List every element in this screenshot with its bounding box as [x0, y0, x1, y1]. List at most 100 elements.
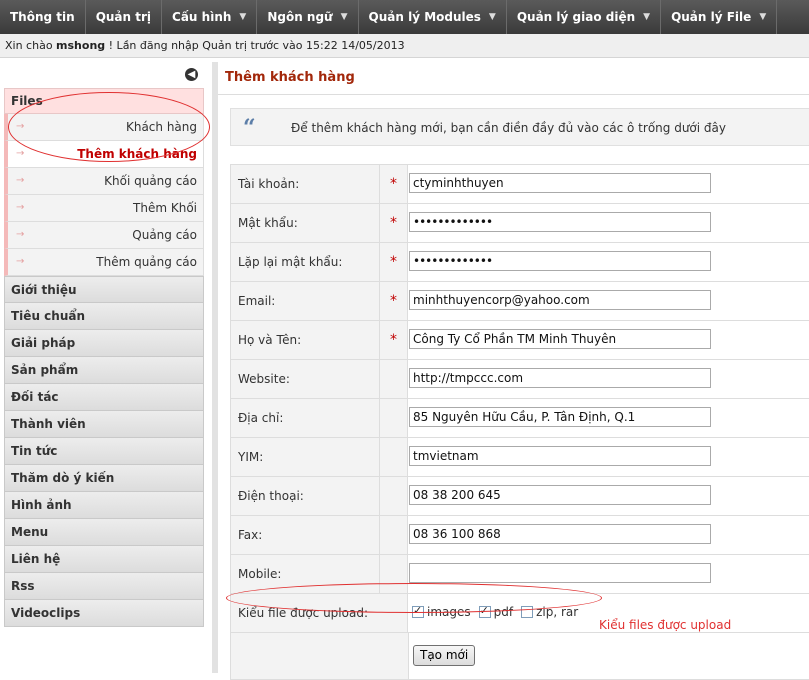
sidebar-section[interactable]: Sản phẩm: [4, 357, 204, 384]
field-value-cell: [408, 516, 809, 554]
nav-item[interactable]: Quản lý Modules ▼: [359, 0, 507, 34]
nav-item[interactable]: Quản lý giao diện ▼: [507, 0, 662, 34]
greeting-bar: Xin chào mshong ! Lần đăng nhập Quản trị…: [0, 34, 809, 58]
nav-item-label: Cấu hình: [172, 10, 232, 24]
submit-row-label: [231, 633, 409, 679]
field-value-cell: [408, 321, 809, 359]
greeting-suffix: ! Lần đăng nhập Quản trị trước vào 15:22…: [105, 39, 405, 52]
chevron-down-icon: ▼: [643, 12, 651, 22]
sidebar-section[interactable]: Giới thiệu: [4, 276, 204, 303]
required-marker: [380, 360, 408, 398]
field-value-cell: [408, 360, 809, 398]
sidebar-section[interactable]: Thăm dò ý kiến: [4, 465, 204, 492]
field-input[interactable]: [409, 368, 711, 388]
arrow-right-icon: →: [16, 229, 25, 240]
sidebar-section[interactable]: Giải pháp: [4, 330, 204, 357]
required-marker: *: [380, 204, 408, 242]
greeting-user: mshong: [56, 39, 106, 52]
form-row: Website:: [230, 360, 809, 399]
sidebar-section[interactable]: Tin tức: [4, 438, 204, 465]
annotation-ellipse-sidebar: [8, 92, 210, 162]
field-input[interactable]: [409, 173, 711, 193]
form-row: Fax:: [230, 516, 809, 555]
sidebar-sub-item[interactable]: → Khối quảng cáo: [4, 168, 204, 195]
field-label: Địa chỉ:: [230, 399, 380, 437]
page-title: Thêm khách hàng: [225, 70, 355, 85]
required-marker: [380, 399, 408, 437]
field-input[interactable]: [409, 446, 711, 466]
arrow-right-icon: →: [16, 256, 25, 267]
field-label: YIM:: [230, 438, 380, 476]
form-row: Địa chỉ:: [230, 399, 809, 438]
arrow-right-icon: →: [16, 175, 25, 186]
field-label: Mật khẩu:: [230, 204, 380, 242]
field-label: Lặp lại mật khẩu:: [230, 243, 380, 281]
field-input[interactable]: [409, 329, 711, 349]
nav-item-label: Quản lý Modules: [368, 10, 481, 24]
field-input[interactable]: [409, 485, 711, 505]
notice-text: Để thêm khách hàng mới, bạn cần điền đầy…: [291, 121, 726, 135]
sidebar-sub-item[interactable]: → Quảng cáo: [4, 222, 204, 249]
field-input[interactable]: [409, 212, 711, 232]
nav-item[interactable]: Quản lý File ▼: [661, 0, 778, 34]
nav-item-label: Quản lý giao diện: [516, 10, 636, 24]
sidebar-section[interactable]: Hình ảnh: [4, 492, 204, 519]
nav-item[interactable]: Ngôn ngữ ▼: [257, 0, 359, 34]
form-row: Họ và Tên: *: [230, 321, 809, 360]
required-marker: [380, 477, 408, 515]
form-row: Email: *: [230, 282, 809, 321]
left-arrow-circle-icon[interactable]: ◀: [185, 68, 198, 81]
sidebar-sub-item[interactable]: → Thêm Khối: [4, 195, 204, 222]
sidebar-section[interactable]: Đối tác: [4, 384, 204, 411]
field-value-cell: [408, 204, 809, 242]
nav-item-label: Thông tin: [10, 10, 75, 24]
sidebar-section[interactable]: Menu: [4, 519, 204, 546]
nav-item-label: Quản trị: [95, 10, 152, 24]
create-button[interactable]: Tạo mới: [413, 645, 476, 666]
nav-item-label: Quản lý File: [671, 10, 752, 24]
sidebar-sub-item-label: Thêm Khối: [133, 201, 197, 215]
required-marker: [380, 516, 408, 554]
chevron-down-icon: ▼: [488, 12, 496, 22]
field-input[interactable]: [409, 290, 711, 310]
field-value-cell: [408, 165, 809, 203]
sidebar-sub-item-label: Khối quảng cáo: [104, 174, 197, 188]
sidebar-sub-item[interactable]: → Thêm quảng cáo: [4, 249, 204, 276]
nav-item-label: Ngôn ngữ: [267, 10, 333, 24]
field-value-cell: [408, 282, 809, 320]
field-value-cell: [408, 399, 809, 437]
field-label: Điện thoại:: [230, 477, 380, 515]
sidebar-collapse-row: ◀: [4, 62, 204, 88]
field-value-cell: [408, 243, 809, 281]
annotation-text: Kiểu files được upload: [599, 618, 732, 632]
sidebar-section[interactable]: Videoclips: [4, 600, 204, 627]
field-label: Email:: [230, 282, 380, 320]
field-input[interactable]: [409, 251, 711, 271]
form-row: Mật khẩu: *: [230, 204, 809, 243]
sidebar-section[interactable]: Tiêu chuẩn: [4, 303, 204, 330]
sidebar-section[interactable]: Thành viên: [4, 411, 204, 438]
nav-item[interactable]: Thông tin: [0, 0, 86, 34]
field-input[interactable]: [409, 407, 711, 427]
chevron-down-icon: ▼: [239, 12, 247, 22]
nav-item[interactable]: Cấu hình ▼: [162, 0, 258, 34]
sidebar-section[interactable]: Liên hệ: [4, 546, 204, 573]
form-row: Điện thoại:: [230, 477, 809, 516]
required-marker: [380, 438, 408, 476]
top-nav: Thông tin Quản trị Cấu hình ▼ Ngôn ngữ ▼ Quản …: [0, 0, 809, 35]
required-marker: *: [380, 165, 408, 203]
quote-icon: “: [243, 115, 256, 141]
annotation-ellipse-upload: [226, 583, 602, 613]
nav-item[interactable]: Quản trị: [86, 0, 163, 34]
field-input[interactable]: [409, 524, 711, 544]
field-input[interactable]: [409, 563, 711, 583]
field-value-cell: [408, 438, 809, 476]
sidebar-sub-item-label: Thêm quảng cáo: [96, 255, 197, 269]
field-label: Fax:: [230, 516, 380, 554]
form-row: Tài khoản: *: [230, 165, 809, 204]
chevron-down-icon: ▼: [340, 12, 348, 22]
sidebar-section[interactable]: Rss: [4, 573, 204, 600]
form-row: Lặp lại mật khẩu: *: [230, 243, 809, 282]
arrow-right-icon: →: [16, 202, 25, 213]
field-label: Họ và Tên:: [230, 321, 380, 359]
